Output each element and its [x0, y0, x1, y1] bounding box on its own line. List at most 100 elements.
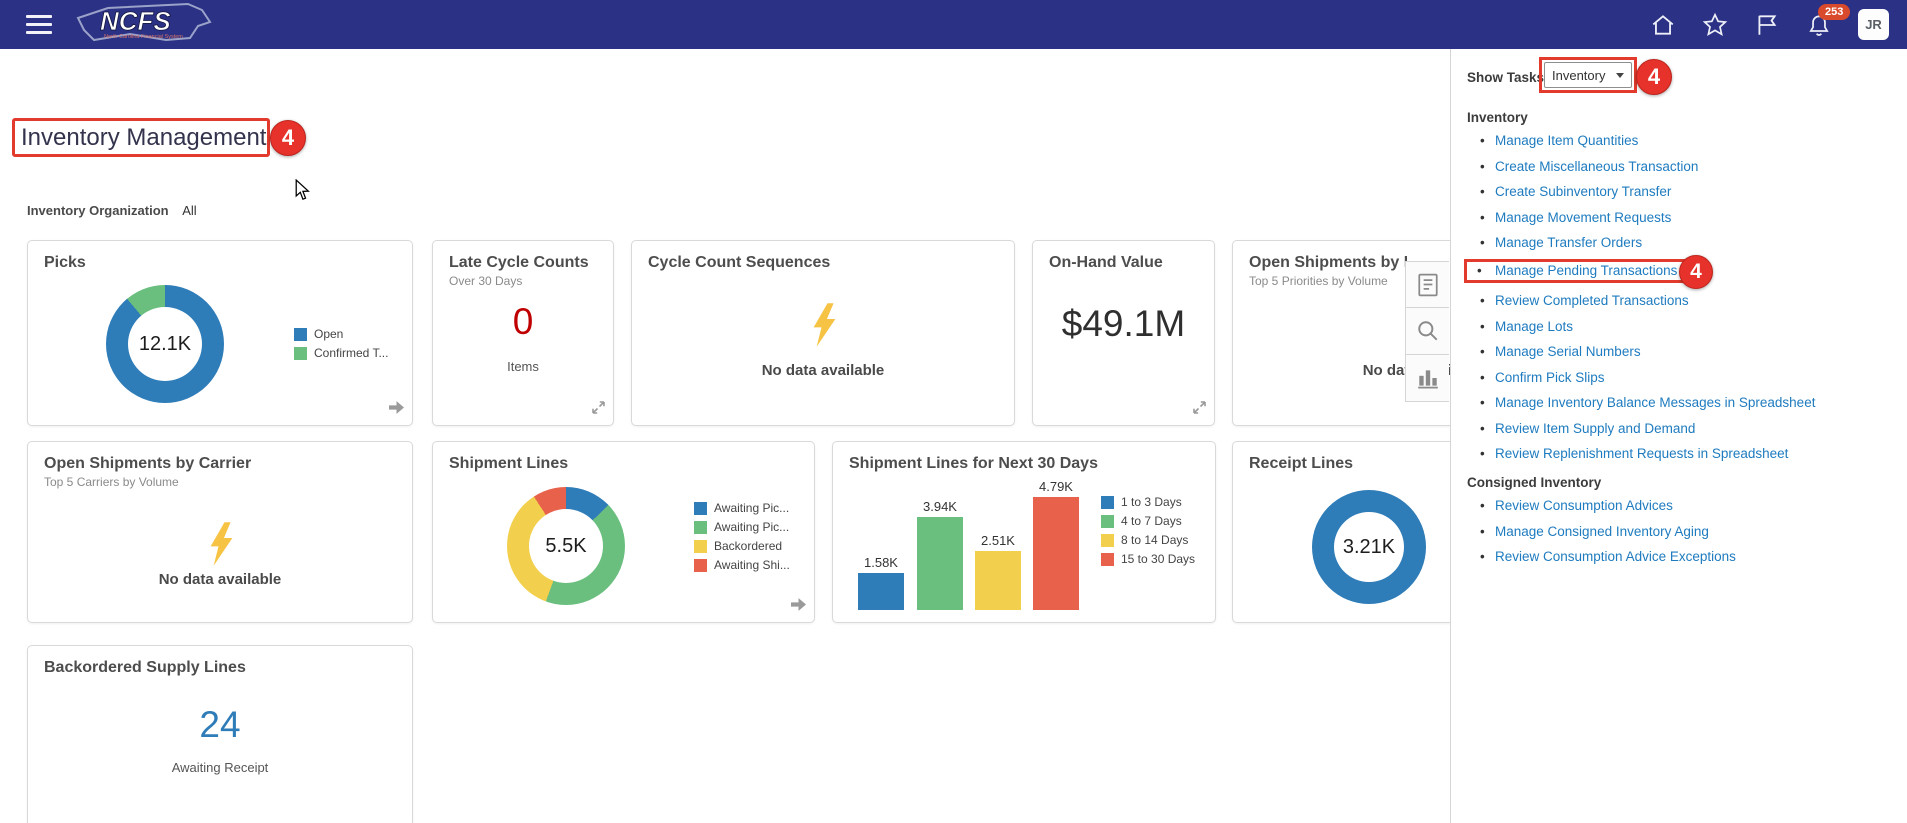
card-subtitle: Top 5 Carriers by Volume [44, 475, 412, 489]
card-receipt-lines[interactable]: Receipt Lines 3.21K [1232, 441, 1450, 623]
shipment-lines-donut-chart[interactable]: 5.5K [507, 487, 625, 605]
card-title: Open Shipments by Priority [1249, 254, 1407, 272]
consigned-inventory-task-links: Review Consumption Advices Manage Consig… [1467, 499, 1897, 564]
task-item: Manage Movement Requests [1467, 211, 1897, 225]
favorites-star-icon[interactable] [1702, 12, 1728, 38]
late-cycle-counts-unit: Items [433, 359, 613, 374]
hamburger-menu-icon[interactable] [26, 15, 52, 34]
ncfs-logo[interactable]: NCFS North Carolina Financial System [70, 0, 220, 49]
task-item: Create Subinventory Transfer [1467, 185, 1897, 199]
card-cycle-count-sequences[interactable]: Cycle Count Sequences No data available [631, 240, 1015, 426]
bar-1-to-3-days[interactable] [858, 573, 904, 610]
shipment-lines-30-legend: 1 to 3 Days 4 to 7 Days 8 to 14 Days 15 … [1101, 495, 1195, 571]
drill-arrow-icon[interactable] [791, 598, 806, 616]
legend-label: Confirmed T... [314, 346, 388, 360]
lightning-bolt-icon [810, 303, 839, 352]
legend-chip [1101, 515, 1114, 528]
card-title: Backordered Supply Lines [44, 659, 412, 677]
task-link[interactable]: Manage Serial Numbers [1495, 344, 1641, 359]
task-item: Review Replenishment Requests in Spreads… [1467, 447, 1897, 461]
show-tasks-dropdown[interactable]: Inventory [1544, 62, 1632, 88]
bar-4-to-7-days[interactable] [917, 517, 963, 610]
task-link[interactable]: Review Consumption Advice Exceptions [1495, 549, 1736, 564]
picks-legend: Open Confirmed T... [294, 327, 388, 365]
legend-label: Awaiting Pic... [714, 520, 789, 534]
task-link[interactable]: Manage Lots [1495, 319, 1573, 334]
legend-chip [294, 347, 307, 360]
legend-chip [694, 521, 707, 534]
annotation-step-badge: 4 [1679, 255, 1713, 289]
card-shipment-lines[interactable]: Shipment Lines 5.5K Awaiting Pic... Awai… [432, 441, 815, 623]
tasks-panel: Show Tasks Inventory 4 Inventory Manage … [1450, 49, 1907, 823]
task-link[interactable]: Create Miscellaneous Transaction [1495, 159, 1698, 174]
card-open-shipments-by-carrier[interactable]: Open Shipments by Carrier Top 5 Carriers… [27, 441, 413, 623]
backordered-supply-lines-value: 24 [28, 704, 412, 746]
lightning-bolt-icon [207, 522, 236, 571]
show-tasks-annotation-box: Inventory [1539, 57, 1637, 93]
backordered-supply-lines-unit: Awaiting Receipt [28, 760, 412, 775]
legend-label: Awaiting Pic... [714, 501, 789, 515]
task-link[interactable]: Manage Transfer Orders [1495, 235, 1642, 250]
shipment-lines-legend: Awaiting Pic... Awaiting Pic... Backorde… [694, 501, 790, 577]
on-hand-value: $49.1M [1033, 303, 1214, 345]
topbar-actions: 253 JR [1650, 0, 1889, 49]
task-link[interactable]: Review Completed Transactions [1495, 293, 1689, 308]
logo-text: NCFS [100, 6, 171, 36]
expand-icon[interactable] [592, 401, 605, 419]
task-link[interactable]: Review Consumption Advices [1495, 498, 1673, 513]
tasks-section-title: Inventory [1467, 110, 1897, 125]
notifications-bell-icon[interactable]: 253 [1806, 12, 1832, 38]
side-drawer-tabs [1405, 261, 1449, 402]
task-link[interactable]: Confirm Pick Slips [1495, 370, 1605, 385]
legend-label: Open [314, 327, 343, 341]
bar-8-to-14-days[interactable] [975, 551, 1021, 610]
receipt-lines-donut-center-value: 3.21K [1312, 490, 1426, 604]
org-filter-label: Inventory Organization [27, 203, 169, 218]
top-navigation-bar: NCFS North Carolina Financial System [0, 0, 1907, 49]
late-cycle-counts-value: 0 [433, 301, 613, 343]
picks-donut-chart[interactable]: 12.1K [106, 285, 224, 403]
chevron-down-icon [1616, 73, 1624, 78]
legend-label: 4 to 7 Days [1121, 514, 1182, 528]
legend-chip [1101, 553, 1114, 566]
announcements-flag-icon[interactable] [1754, 12, 1780, 38]
task-link[interactable]: Review Item Supply and Demand [1495, 421, 1695, 436]
page-title-annotation-box: Inventory Management ? [12, 118, 270, 157]
task-item: Review Item Supply and Demand [1467, 422, 1897, 436]
bar-value-label: 2.51K [968, 533, 1028, 548]
expand-icon[interactable] [1193, 401, 1206, 419]
card-shipment-lines-next-30-days[interactable]: Shipment Lines for Next 30 Days 1.58K 3.… [832, 441, 1216, 623]
drill-arrow-icon[interactable] [389, 401, 404, 419]
logo-subtext: North Carolina Financial System [104, 34, 183, 40]
no-data-text: No data available [632, 362, 1014, 379]
inventory-dashboard: NCFS North Carolina Financial System [0, 0, 1907, 823]
task-link[interactable]: Review Replenishment Requests in Spreads… [1495, 446, 1788, 461]
reports-document-icon[interactable] [1405, 261, 1449, 308]
card-picks[interactable]: Picks 12.1K Open Confirmed T... [27, 240, 413, 426]
task-link[interactable]: Manage Item Quantities [1495, 133, 1638, 148]
user-avatar[interactable]: JR [1858, 9, 1889, 40]
annotation-step-badge: 4 [270, 120, 306, 156]
task-link[interactable]: Manage Movement Requests [1495, 210, 1671, 225]
task-item: Manage Serial Numbers [1467, 345, 1897, 359]
show-tasks-label: Show Tasks [1467, 70, 1544, 85]
card-backordered-supply-lines[interactable]: Backordered Supply Lines 24 Awaiting Rec… [27, 645, 413, 823]
bar-15-to-30-days[interactable] [1033, 497, 1079, 610]
annotation-step-badge: 4 [1636, 59, 1672, 95]
legend-label: 1 to 3 Days [1121, 495, 1182, 509]
tasks-list: Inventory Manage Item Quantities Create … [1467, 102, 1897, 576]
home-icon[interactable] [1650, 12, 1676, 38]
legend-chip [694, 502, 707, 515]
search-icon[interactable] [1405, 308, 1449, 355]
task-item: Confirm Pick Slips [1467, 371, 1897, 385]
task-link[interactable]: Manage Inventory Balance Messages in Spr… [1495, 395, 1815, 410]
receipt-lines-donut-chart[interactable]: 3.21K [1312, 490, 1426, 604]
legend-chip [1101, 496, 1114, 509]
task-link[interactable]: Manage Consigned Inventory Aging [1495, 524, 1709, 539]
card-on-hand-value[interactable]: On-Hand Value $49.1M [1032, 240, 1215, 426]
bar-chart-icon[interactable] [1405, 355, 1449, 402]
org-filter-value[interactable]: All [182, 203, 196, 218]
task-link[interactable]: Manage Pending Transactions [1495, 263, 1677, 278]
card-late-cycle-counts[interactable]: Late Cycle Counts Over 30 Days 0 Items [432, 240, 614, 426]
task-link[interactable]: Create Subinventory Transfer [1495, 184, 1671, 199]
